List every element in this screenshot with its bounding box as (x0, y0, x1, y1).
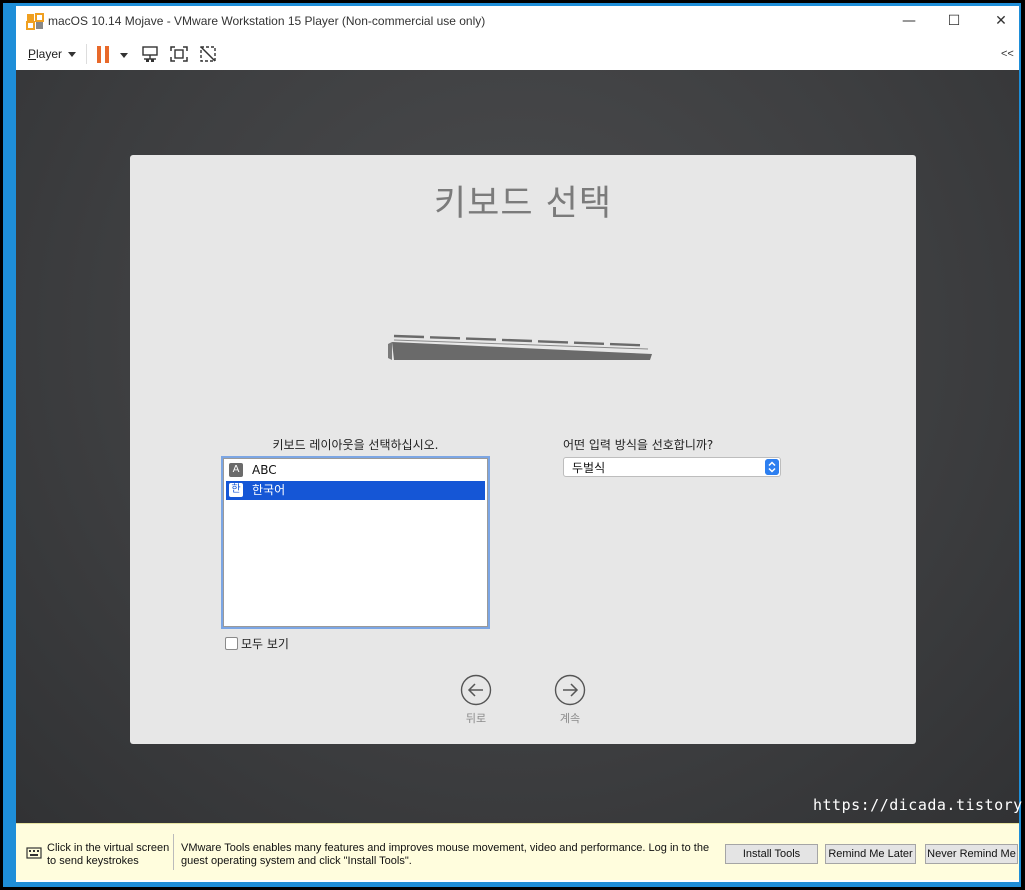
vmware-tools-notification-bar: Click in the virtual screen to send keys… (16, 823, 1019, 880)
player-menu[interactable]: Player (28, 47, 62, 61)
abc-layout-icon: A (229, 463, 243, 477)
window-title: macOS 10.14 Mojave - VMware Workstation … (48, 14, 486, 28)
forward-arrow-icon[interactable] (554, 674, 586, 706)
layout-item-korean[interactable]: 한 한국어 (226, 481, 485, 500)
minimize-icon: — (902, 13, 916, 29)
unity-icon[interactable] (198, 45, 218, 63)
maximize-button[interactable]: ☐ (939, 10, 969, 32)
maximize-icon: ☐ (947, 13, 961, 29)
layout-label: 키보드 레이아웃을 선택하십시오. (272, 438, 439, 452)
watermark-text: https://dicada.tistory.com (813, 796, 1025, 814)
back-arrow-icon[interactable] (460, 674, 492, 706)
never-remind-button[interactable]: Never Remind Me (925, 844, 1018, 864)
vmware-window: macOS 10.14 Mojave - VMware Workstation … (16, 6, 1025, 882)
input-method-label: 어떤 입력 방식을 선호합니까? (563, 438, 714, 452)
vmware-tools-message: VMware Tools enables many features and i… (181, 842, 710, 867)
input-method-value: 두벌식 (572, 461, 606, 475)
layout-item-label: ABC (252, 463, 277, 477)
collapse-toolbar-button[interactable]: << (1001, 48, 1014, 60)
layout-item-label: 한국어 (252, 483, 286, 497)
toolbar: Player << (16, 36, 1019, 71)
minimize-button[interactable]: — (894, 10, 924, 32)
toolbar-divider (86, 44, 87, 64)
show-all-checkbox[interactable] (225, 637, 238, 650)
fullscreen-icon[interactable] (169, 45, 189, 63)
close-button[interactable]: ✕ (986, 10, 1016, 32)
keyboard-layout-list[interactable]: A ABC 한 한국어 (223, 458, 488, 627)
click-hint-text: Click in the virtual screen to send keys… (47, 842, 170, 867)
close-icon: ✕ (995, 13, 1007, 29)
pause-button[interactable] (97, 46, 111, 63)
continue-label[interactable]: 계속 (540, 710, 600, 726)
player-dropdown-arrow-icon[interactable] (68, 52, 76, 57)
keyboard-setup-dialog: 키보드 선택 키보드 레이아웃을 선택하십시오. A ABC 한 한국어 모두 … (130, 155, 916, 744)
remind-later-button[interactable]: Remind Me Later (825, 844, 916, 864)
updown-chevron-icon (765, 459, 779, 475)
korean-layout-icon: 한 (229, 483, 243, 497)
layout-item-abc[interactable]: A ABC (226, 461, 485, 480)
notification-divider (173, 834, 174, 870)
title-bar: macOS 10.14 Mojave - VMware Workstation … (16, 6, 1019, 36)
removable-devices-icon[interactable] (140, 45, 160, 63)
desktop-frame: macOS 10.14 Mojave - VMware Workstation … (3, 3, 1025, 887)
page-title: 키보드 선택 (433, 184, 613, 224)
input-method-select[interactable]: 두벌식 (563, 457, 781, 477)
power-dropdown-arrow-icon[interactable] (120, 53, 128, 58)
keyboard-mouse-icon (26, 847, 42, 859)
install-tools-button[interactable]: Install Tools (725, 844, 818, 864)
show-all-label[interactable]: 모두 보기 (241, 635, 289, 652)
virtual-machine-screen[interactable]: 키보드 선택 키보드 레이아웃을 선택하십시오. A ABC 한 한국어 모두 … (16, 70, 1025, 823)
vmware-app-icon (26, 13, 44, 30)
keyboard-illustration (388, 334, 652, 360)
back-label[interactable]: 뒤로 (446, 710, 506, 726)
